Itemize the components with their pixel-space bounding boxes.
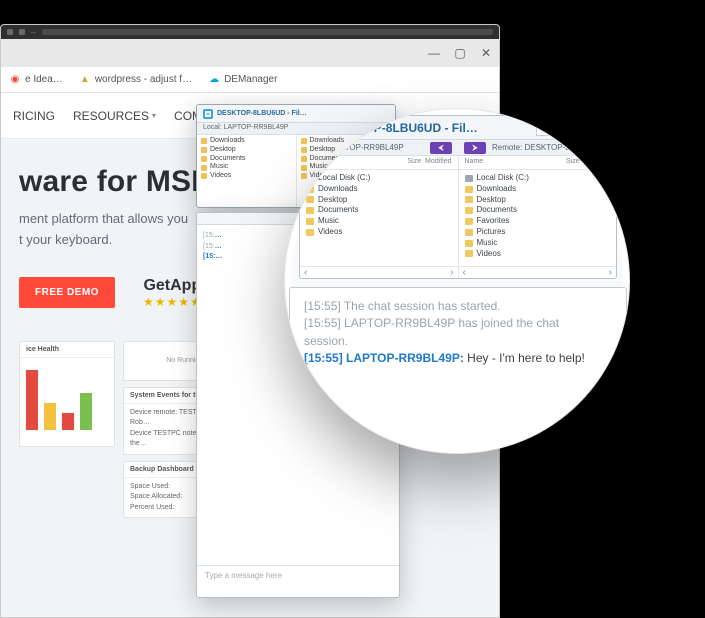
list-item[interactable]: Videos [306, 227, 452, 238]
list-item[interactable]: Local Disk (C:) [465, 173, 611, 184]
remote-path: ⮞ Remote: DESKTOP-8LBU6UD [458, 140, 616, 155]
nav-pricing[interactable]: RICING [13, 109, 55, 123]
scroll-left-icon[interactable]: ‹ [463, 267, 466, 278]
scrollbar[interactable]: ‹› [459, 266, 617, 278]
card-header: ice Health [20, 342, 114, 358]
health-bar-chart [20, 358, 114, 436]
bar [44, 403, 56, 429]
bar [26, 370, 38, 429]
folder-icon [465, 240, 473, 247]
chat-line: [15:55] LAPTOP-RR9BL49P has joined the c… [304, 315, 612, 332]
scroll-right-icon[interactable]: › [609, 267, 612, 278]
folder-icon [465, 196, 473, 203]
folder-icon [465, 207, 473, 214]
bar [80, 393, 92, 429]
nav-left-icon[interactable]: ⮜ [430, 142, 452, 154]
file-manager-window[interactable]: DESKTOP-8LBU6UD - Fil… — ▢ ✕ Local: LAPT… [299, 115, 617, 279]
list-item[interactable]: Desktop [306, 195, 452, 206]
tabstrip-hint: ... [31, 29, 36, 35]
rating-stars: ★★★★★ [143, 295, 202, 309]
list-item[interactable]: Music [465, 238, 611, 249]
browser-tabstrip: ... [1, 25, 499, 39]
chat-transcript: [15:55] The chat session has started. [1… [290, 288, 626, 378]
local-path: Local: LAPTOP-RR9BL49P ⮜ [300, 140, 458, 155]
list-item[interactable]: Desktop [465, 195, 611, 206]
scrollbar[interactable]: ‹› [300, 266, 458, 278]
list-item[interactable]: Downloads [465, 184, 611, 195]
remote-pane[interactable]: NameSize Modified Local Disk (C:) Downlo… [459, 156, 617, 278]
folder-icon [465, 186, 473, 193]
list-item[interactable]: Videos [465, 249, 611, 260]
chat-window[interactable]: [15:55] The chat session has started. [1… [289, 287, 627, 454]
list-item[interactable]: Local Disk (C:) [306, 173, 452, 184]
google-icon: ◉ [9, 74, 21, 86]
folder-icon [465, 250, 473, 257]
app-icon [308, 123, 318, 133]
bookmark-label: e Idea… [25, 74, 63, 85]
disk-icon [465, 175, 473, 182]
folder-icon [306, 218, 314, 225]
bookmark-wordpress[interactable]: ▲ wordpress - adjust f… [79, 74, 192, 86]
chat-line: session. [304, 333, 612, 350]
remote-label: Remote: DESKTOP-8LBU6UD [492, 143, 601, 152]
browser-close-icon[interactable]: ✕ [479, 46, 493, 60]
browser-titlebar: — ▢ ✕ [1, 39, 499, 67]
chevron-down-icon: ▾ [152, 111, 156, 120]
list-item[interactable]: Documents [306, 205, 452, 216]
disk-icon [306, 175, 314, 182]
bar [62, 413, 74, 430]
list-item[interactable]: Downloads [306, 184, 452, 195]
minimize-icon[interactable]: — [427, 46, 441, 60]
list-item[interactable]: Music [306, 216, 452, 227]
device-health-card: ice Health [19, 341, 115, 447]
window-title-text: DESKTOP-8LBU6UD - Fil… [324, 121, 478, 135]
window-title[interactable]: DESKTOP-8LBU6UD - Fil… — ▢ ✕ [300, 116, 616, 140]
bookmark-demanager[interactable]: ☁ DEManager [208, 74, 277, 86]
maximize-icon[interactable]: ▢ [562, 120, 582, 136]
local-pane[interactable]: Downloads Desktop Documents Music Videos [197, 135, 297, 207]
getapp-logo: GetApp [143, 277, 202, 295]
nav-label: RESOURCES [73, 109, 149, 123]
bookmark-bar: ◉ e Idea… ▲ wordpress - adjust f… ☁ DEManag… [1, 67, 499, 93]
wordpress-icon: ▲ [79, 74, 91, 86]
folder-icon [201, 138, 207, 144]
hero-sub-line: t your keyboard. [19, 232, 112, 247]
list-item[interactable]: Favorites [465, 216, 611, 227]
minimize-icon[interactable]: — [536, 120, 556, 136]
folder-icon [306, 186, 314, 193]
local-label: Local: LAPTOP-RR9BL49P [306, 143, 404, 152]
free-demo-button[interactable]: FREE DEMO [19, 277, 115, 308]
scroll-left-icon[interactable]: ‹ [304, 267, 307, 278]
getapp-rating: GetApp ★★★★★ [143, 277, 202, 309]
bookmark-idea[interactable]: ◉ e Idea… [9, 74, 63, 86]
nav-right-icon[interactable]: ⮞ [464, 142, 486, 154]
list-item[interactable]: Documents [465, 205, 611, 216]
folder-icon [465, 218, 473, 225]
local-pane[interactable]: NameSize Modified Local Disk (C:) Downlo… [300, 156, 459, 278]
scroll-right-icon[interactable]: › [450, 267, 453, 278]
chat-line: [15:55] The chat session has started. [304, 298, 612, 315]
hero-sub-line: ment platform that allows you [19, 211, 188, 226]
folder-icon [201, 156, 207, 162]
folder-icon [306, 207, 314, 214]
folder-icon [201, 147, 207, 153]
folder-icon [306, 229, 314, 236]
bookmark-label: wordpress - adjust f… [95, 74, 192, 85]
app-icon [203, 109, 213, 119]
nav-resources[interactable]: RESOURCES▾ [73, 109, 156, 123]
maximize-icon[interactable]: ▢ [453, 46, 467, 60]
magnifier-lens: NY ⌄ (888 ISPs ows you DESKTOP-8LBU6UD -… [284, 108, 630, 454]
bookmark-label: DEManager [224, 74, 277, 85]
salesforce-icon: ☁ [208, 74, 220, 86]
nav-label: RICING [13, 109, 55, 123]
folder-icon [201, 173, 207, 179]
chat-line: [15:55] LAPTOP-RR9BL49P: Hey - I'm here … [304, 350, 612, 367]
folder-icon [201, 165, 207, 171]
close-icon[interactable]: ✕ [588, 120, 608, 136]
folder-icon [465, 229, 473, 236]
folder-icon [306, 196, 314, 203]
list-item[interactable]: Pictures [465, 227, 611, 238]
chat-input[interactable]: Type a message here [197, 565, 399, 597]
